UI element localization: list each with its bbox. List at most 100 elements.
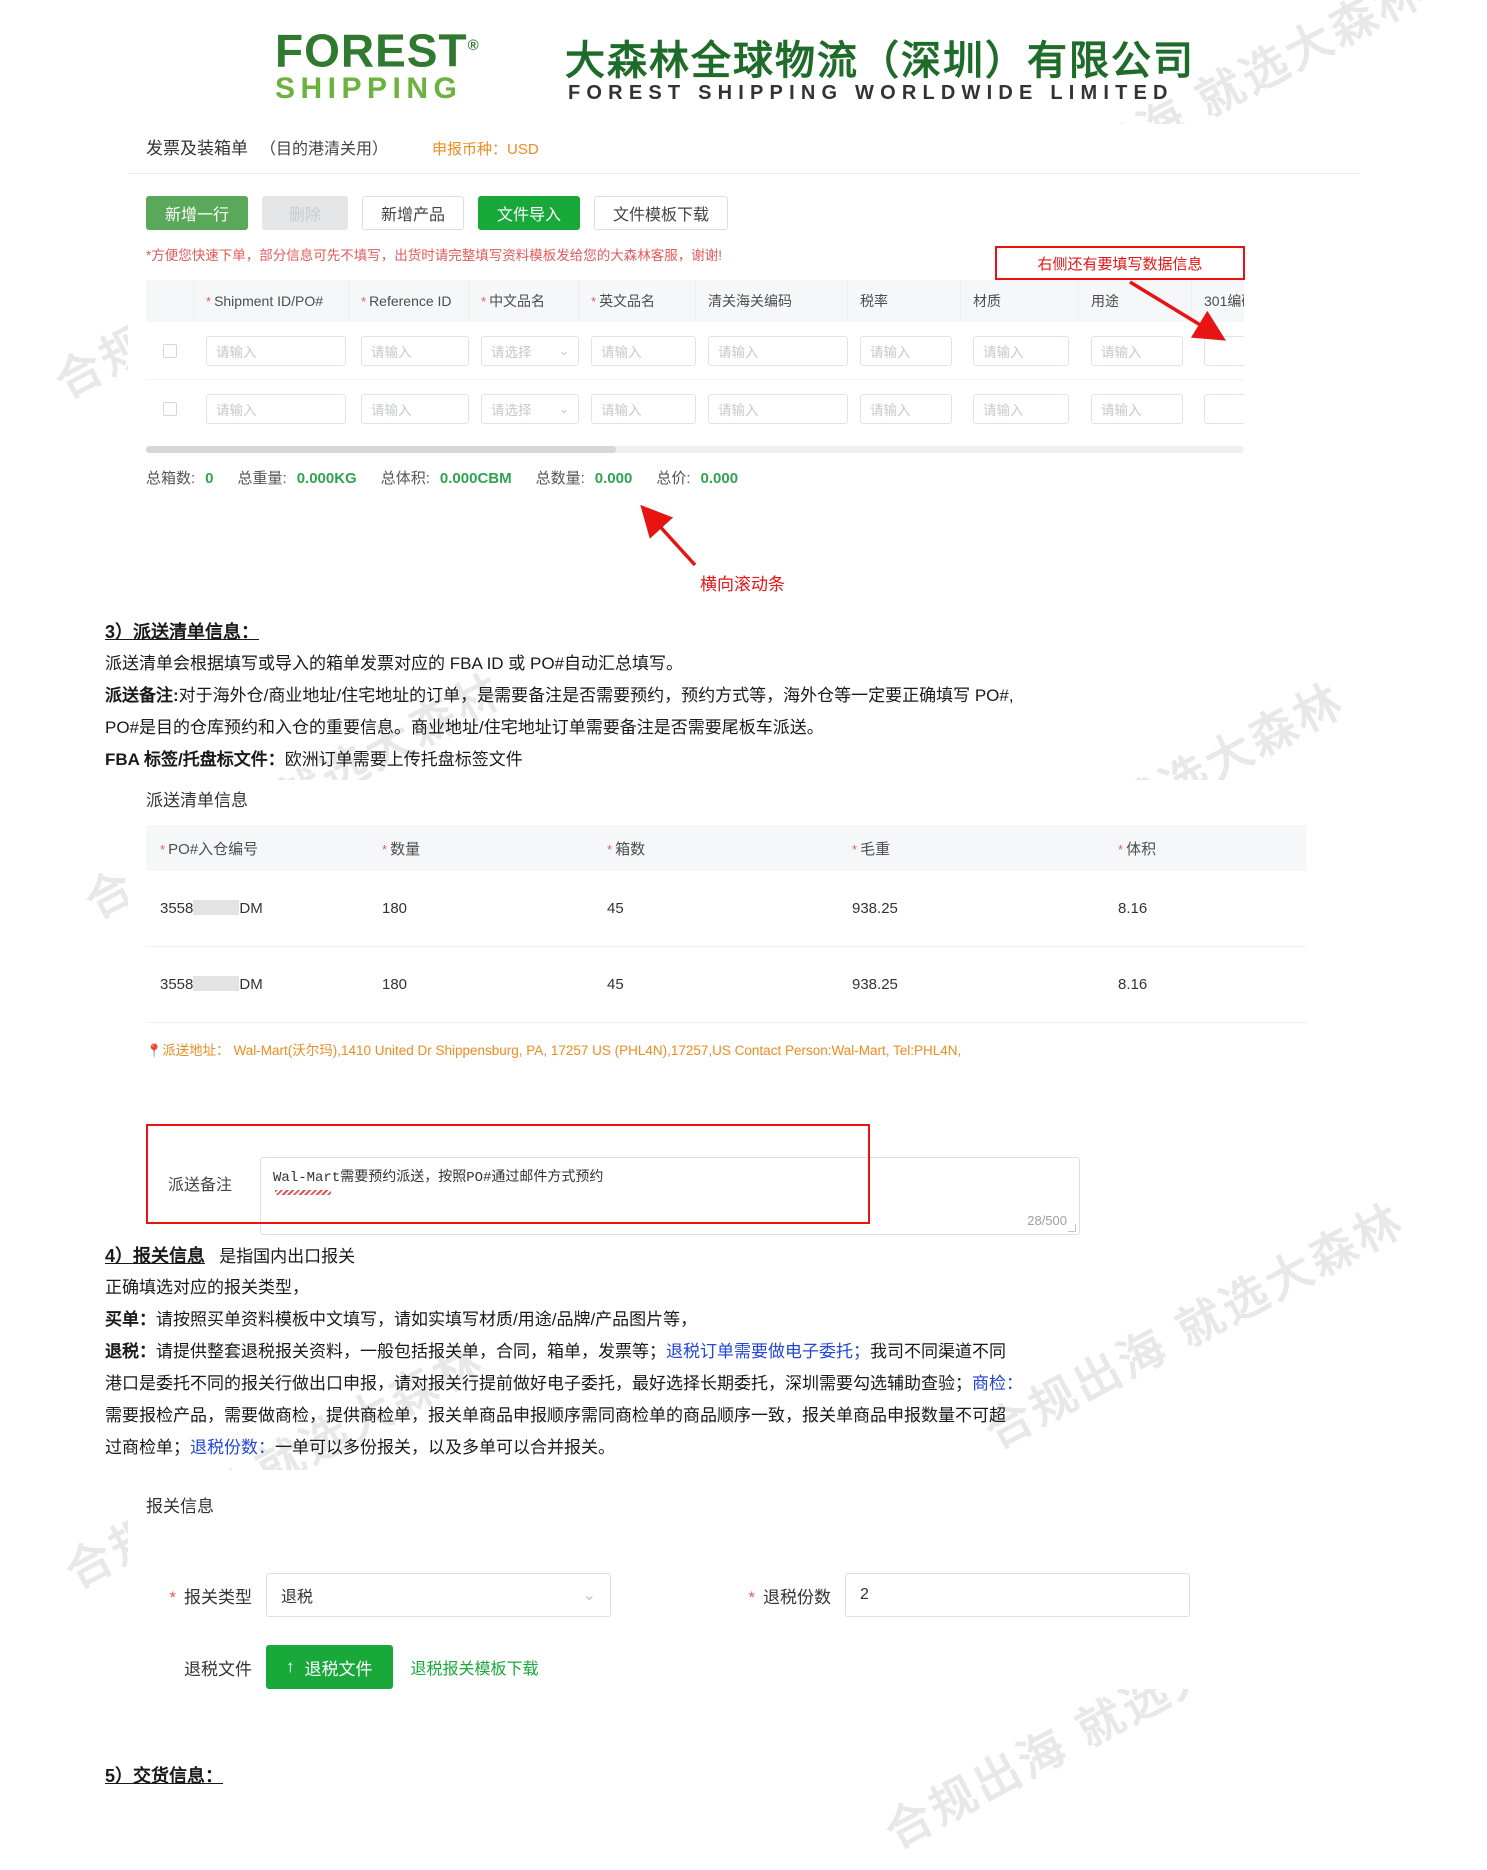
cn-name-select[interactable]: 请选择⌄ <box>481 336 579 366</box>
row-checkbox[interactable] <box>163 402 177 416</box>
hs-code-input[interactable]: 请输入 <box>708 394 848 424</box>
shipment-id-input[interactable]: 请输入 <box>206 394 346 424</box>
total-cartons-value: 0 <box>205 470 213 487</box>
cell-po-number: 3558 DM <box>146 900 368 917</box>
col-label: 中文品名 <box>489 291 545 311</box>
total-weight-label: 总重量: <box>238 467 287 488</box>
section3-heading: 3）派送清单信息： <box>105 618 1395 647</box>
row-checkbox[interactable] <box>163 344 177 358</box>
refund-copies-label-text: 退税份数 <box>763 1588 831 1607</box>
section3-line1: 派送清单会根据填写或导入的箱单发票对应的 FBA ID 或 PO#自动汇总填写。 <box>105 650 1395 678</box>
select-all-header <box>146 280 194 322</box>
declared-currency-label: 申报币种：USD <box>432 138 539 159</box>
delivery-list-panel: 派送清单信息 *PO#入仓编号 *数量 *箱数 *毛重 *体积 3558DM 1… <box>128 780 1360 1059</box>
cell-po-number: 3558DM <box>146 976 368 993</box>
total-volume-value: 0.000CBM <box>440 470 512 487</box>
reference-id-input[interactable]: 请输入 <box>361 394 469 424</box>
delivery-table-header: *PO#入仓编号 *数量 *箱数 *毛重 *体积 <box>146 825 1306 871</box>
invoice-toolbar: 新增一行 删除 新增产品 文件导入 文件模板下载 <box>128 174 1360 240</box>
row-checkbox-cell <box>146 344 194 358</box>
chevron-down-icon: ⌄ <box>559 402 569 416</box>
table-row: 请输入 请输入 请选择⌄ 请输入 请输入 请输入 请输入 请输入 <box>146 322 1244 380</box>
refund-text-1: 请提供整套退税报关资料，一般包括报关单，合同，箱单，发票等； <box>156 1342 666 1361</box>
material-input[interactable]: 请输入 <box>973 336 1069 366</box>
required-marker: * <box>361 294 366 309</box>
col-label: Shipment ID/PO# <box>214 293 323 309</box>
cell-volume: 8.16 <box>1104 976 1304 993</box>
resize-handle-icon[interactable] <box>1068 1224 1076 1232</box>
shipment-id-input[interactable]: 请输入 <box>206 336 346 366</box>
cell-gross-weight: 938.25 <box>838 976 1104 993</box>
en-name-input[interactable]: 请输入 <box>591 336 696 366</box>
file-import-button[interactable]: 文件导入 <box>478 196 580 230</box>
section4-note: 是指国内出口报关 <box>219 1247 355 1266</box>
add-product-button[interactable]: 新增产品 <box>362 196 464 230</box>
tax-rate-input[interactable]: 请输入 <box>860 336 952 366</box>
col-shipment-id: *Shipment ID/PO# <box>194 280 349 322</box>
annotation-right-data-note: 右侧还有要填写数据信息 <box>995 246 1245 280</box>
customs-type-select[interactable]: 退税 ⌄ <box>266 1573 611 1617</box>
inspection-link: 商检： <box>972 1374 1023 1393</box>
redaction-block <box>193 976 239 991</box>
totals-row: 总箱数:0 总重量:0.000KG 总体积:0.000CBM 总数量:0.000… <box>128 453 1360 506</box>
cell-quantity: 180 <box>368 900 593 917</box>
cn-name-select[interactable]: 请选择 ⌄ <box>481 394 579 424</box>
upload-refund-file-button[interactable]: ↑ 退税文件 <box>266 1645 393 1689</box>
horizontal-scrollbar[interactable] <box>146 446 1244 453</box>
usage-input[interactable]: 请输入 <box>1091 394 1183 424</box>
buyer-text: 请按照买单资料模板中文填写，请如实填写材质/用途/品牌/产品图片等， <box>156 1310 697 1329</box>
section5-heading: 5）交货信息： <box>105 1762 1395 1791</box>
section4-line-c: 过商检单；退税份数：一单可以多份报关，以及多单可以合并报关。 <box>105 1434 1395 1462</box>
file-template-download-button[interactable]: 文件模板下载 <box>594 196 728 230</box>
add-row-button[interactable]: 新增一行 <box>146 196 248 230</box>
upload-icon: ↑ <box>286 1657 295 1677</box>
po-suffix: DM <box>239 976 262 993</box>
section4-line-b: 需要报检产品，需要做商检，提供商检单，报关单商品申报顺序需同商检单的商品顺序一致… <box>105 1402 1395 1430</box>
required-marker: * <box>591 294 596 309</box>
annotation-arrow-scrollbar <box>640 505 730 580</box>
col-quantity: *数量 <box>368 838 593 859</box>
code-301-input[interactable] <box>1204 394 1244 424</box>
customs-panel-title: 报关信息 <box>128 1470 1360 1517</box>
reference-id-input[interactable]: 请输入 <box>361 336 469 366</box>
tax-rate-input[interactable]: 请输入 <box>860 394 952 424</box>
en-name-input[interactable]: 请输入 <box>591 394 696 424</box>
page-subtitle: （目的港清关用） <box>260 135 388 159</box>
col-label: Reference ID <box>369 293 451 309</box>
refund-file-row: 退税文件 ↑ 退税文件 退税报关模板下载 <box>146 1645 1360 1689</box>
section4-buyer-line: 买单：请按照买单资料模板中文填写，请如实填写材质/用途/品牌/产品图片等， <box>105 1306 1395 1334</box>
refund-label: 退税： <box>105 1342 156 1361</box>
cell-gross-weight: 938.25 <box>838 900 1104 917</box>
delivery-remark-label: 派送备注: <box>105 686 179 705</box>
select-value: 请选择 <box>491 399 532 419</box>
redaction-block <box>193 900 239 915</box>
total-qty-label: 总数量: <box>536 467 585 488</box>
col-hs-code: 清关海关编码 <box>696 280 848 322</box>
section5-title: 5）交货信息： <box>105 1766 223 1786</box>
row-checkbox-cell <box>146 402 194 416</box>
product-table: *Shipment ID/PO# *Reference ID *中文品名 *英文… <box>146 280 1244 438</box>
refund-text-2: 我司不同渠道不同 <box>870 1342 1006 1361</box>
fba-label-text: 欧洲订单需要上传托盘标签文件 <box>285 750 523 769</box>
annotation-remark-highlight <box>146 1124 870 1224</box>
material-input[interactable]: 请输入 <box>973 394 1069 424</box>
hs-code-input[interactable]: 请输入 <box>708 336 848 366</box>
scrollbar-thumb[interactable] <box>146 446 616 453</box>
page-root: 合规出海 就选大森林 合规出海 就选大森林 合规出海 就选大森林 合规出海 就选… <box>0 0 1487 1870</box>
required-marker: * <box>748 1588 755 1607</box>
customs-type-label-text: 报关类型 <box>184 1588 252 1607</box>
col-cn-name: *中文品名 <box>469 280 579 322</box>
table-row: 请输入 请输入 请选择 ⌄ 请输入 请输入 请输入 请输入 请输入 <box>146 380 1244 438</box>
char-counter: 28/500 <box>1027 1213 1067 1228</box>
total-cartons-label: 总箱数: <box>146 467 195 488</box>
refund-copies-label: * 退税份数 <box>685 1583 845 1608</box>
delivery-table: *PO#入仓编号 *数量 *箱数 *毛重 *体积 3558DM 180 45 9… <box>146 825 1306 1023</box>
refund-template-download-link[interactable]: 退税报关模板下载 <box>411 1655 539 1679</box>
delivery-remark-text: 对于海外仓/商业地址/住宅地址的订单，是需要备注是否需要预约，预约方式等，海外仓… <box>179 686 1014 705</box>
delete-button[interactable]: 删除 <box>262 196 348 230</box>
refund-copies-input[interactable]: 2 <box>845 1573 1190 1617</box>
col-label: 清关海关编码 <box>708 291 792 311</box>
po-prefix: 3558 <box>160 900 193 917</box>
section3-line3: PO#是目的仓库预约和入仓的重要信息。商业地址/住宅地址订单需要备注是否需要尾板… <box>105 714 1395 742</box>
po-suffix: DM <box>239 900 262 917</box>
